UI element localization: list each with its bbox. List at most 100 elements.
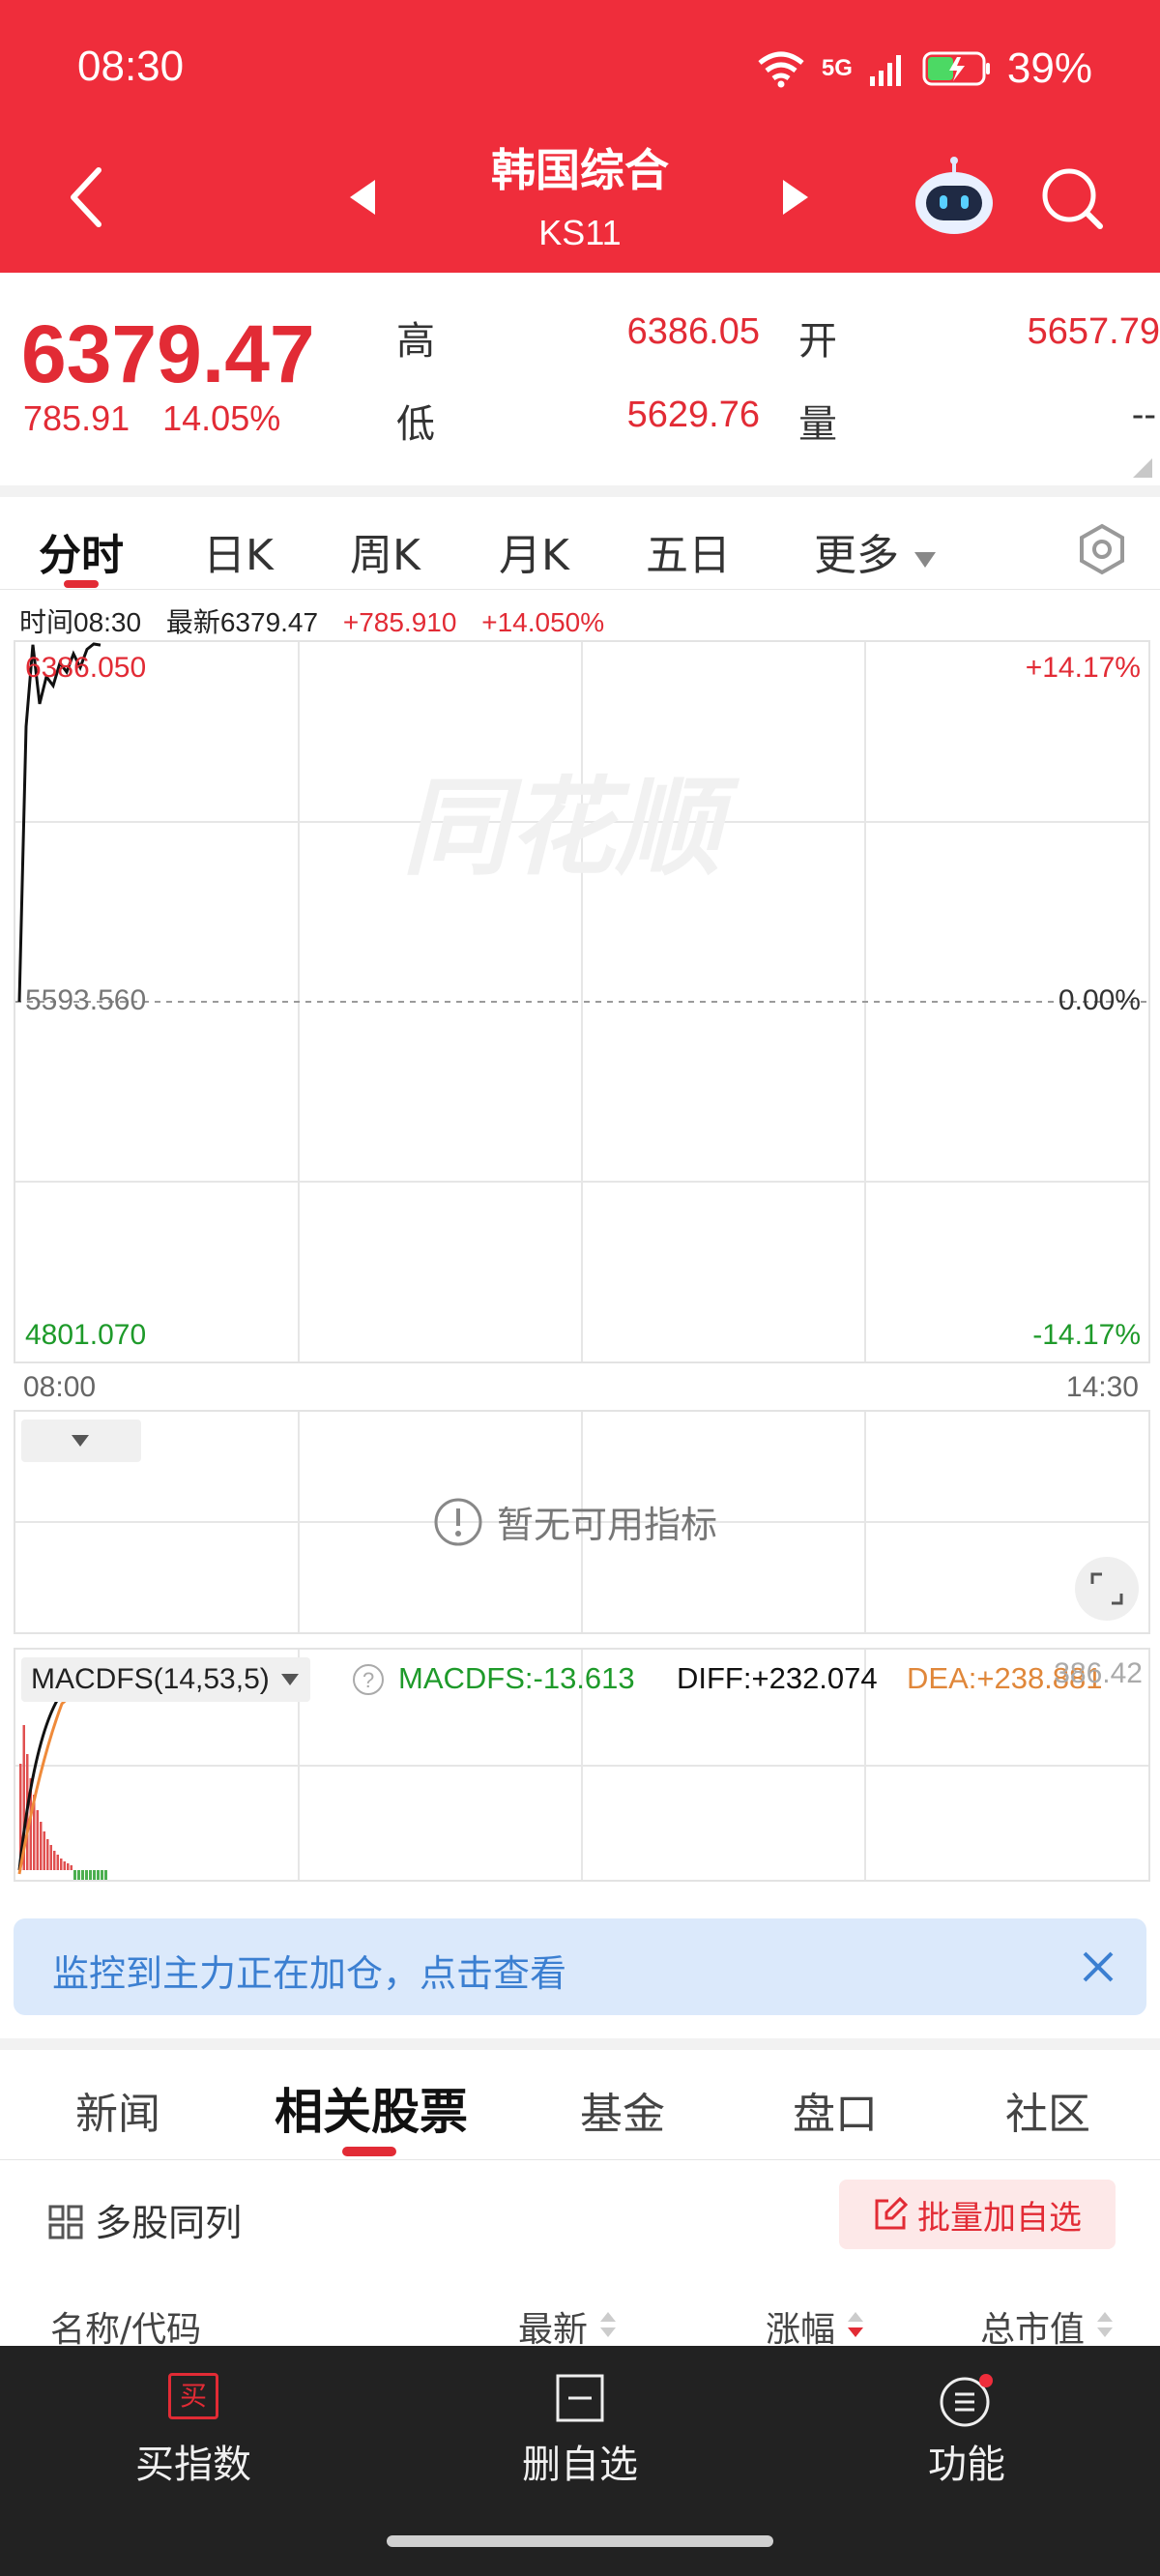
pct-top-label: +14.17% xyxy=(1025,652,1141,684)
info-circle-icon xyxy=(434,1498,482,1545)
macd-bar-up xyxy=(67,1863,70,1870)
macd-bar-up xyxy=(43,1831,45,1870)
batch-add-button[interactable]: 批量加自选 xyxy=(839,2180,1116,2249)
indicator-dropdown[interactable] xyxy=(21,1420,141,1462)
indicator-panel: 暂无可用指标 xyxy=(14,1410,1150,1634)
expand-corner-icon[interactable] xyxy=(1133,458,1152,478)
tab-community[interactable]: 社区 xyxy=(1005,2079,1090,2141)
macd-bar-up xyxy=(46,1839,49,1870)
open-label: 开 xyxy=(798,319,837,364)
active-tab-indicator xyxy=(342,2147,396,2156)
macd-bar-down xyxy=(93,1870,96,1880)
change-value: 785.91 xyxy=(23,398,130,438)
price-change: 785.91 14.05% xyxy=(23,398,280,439)
col-change-label: 涨幅 xyxy=(766,2310,836,2350)
tab-monthly-k[interactable]: 月K xyxy=(499,520,569,582)
x-end-label: 14:30 xyxy=(1065,1371,1139,1403)
info-change-pct: +14.050% xyxy=(481,607,605,637)
status-time: 08:30 xyxy=(77,43,185,90)
volume-label: 量 xyxy=(798,402,837,447)
macd-selector[interactable]: MACDFS(14,53,5) xyxy=(21,1657,310,1702)
content-tabs: 新闻 相关股票 基金 盘口 社区 xyxy=(0,2050,1160,2160)
no-indicator-message: 暂无可用指标 xyxy=(433,1495,717,1548)
watermark: 同花顺 xyxy=(402,766,740,890)
settings-hexagon-icon[interactable] xyxy=(1075,522,1129,576)
high-label: 高 xyxy=(396,319,435,364)
macd-bar-down xyxy=(73,1870,76,1880)
app-header: 08:30 5G 39% 韩国综合 KS11 xyxy=(0,0,1160,273)
help-icon[interactable]: ? xyxy=(352,1663,385,1696)
grid-icon xyxy=(48,2205,83,2239)
macd-bar-down xyxy=(77,1870,80,1880)
edit-icon xyxy=(875,2197,908,2230)
intraday-chart-svg: 同花顺 xyxy=(15,642,1148,1361)
macd-bar-up xyxy=(49,1845,52,1870)
tab-more[interactable]: 更多 xyxy=(814,520,938,582)
svg-text:?: ? xyxy=(362,1668,374,1692)
battery-icon xyxy=(922,51,990,86)
buy-index-button[interactable]: 买 买指数 xyxy=(48,2346,338,2539)
signal-icon xyxy=(869,55,901,86)
batch-add-label: 批量加自选 xyxy=(917,2198,1082,2238)
search-icon[interactable] xyxy=(1040,166,1104,230)
function-menu-button[interactable]: 功能 xyxy=(822,2346,1112,2539)
col-market-cap[interactable]: 总市值 xyxy=(980,2301,1115,2352)
tab-intraday[interactable]: 分时 xyxy=(39,520,124,582)
info-time: 时间08:30 xyxy=(19,607,142,637)
close-icon[interactable] xyxy=(1081,1949,1116,1984)
tab-daily-k[interactable]: 日K xyxy=(203,520,274,582)
change-percent: 14.05% xyxy=(162,398,281,438)
macd-axis-max: 386.42 xyxy=(1054,1657,1143,1689)
intraday-chart[interactable]: 同花顺 6386.050 +14.17% 5593.560 0.00% 4801… xyxy=(14,640,1150,1363)
buy-icon: 买 xyxy=(168,2373,218,2419)
tab-news[interactable]: 新闻 xyxy=(75,2079,160,2141)
status-icons: 5G 39% xyxy=(756,44,1092,93)
y-mid-label: 5593.560 xyxy=(25,984,147,1016)
chart-gridlines xyxy=(15,642,1148,1361)
fullscreen-icon xyxy=(1090,1572,1123,1605)
remove-watchlist-label: 删自选 xyxy=(522,2443,638,2487)
low-label: 低 xyxy=(396,402,435,447)
remove-watchlist-button[interactable]: 删自选 xyxy=(435,2346,725,2539)
macd-bar-up xyxy=(53,1851,56,1870)
robot-assistant-icon[interactable] xyxy=(913,157,996,238)
chart-info-bar: 时间08:30 最新6379.47 +785.910 +14.050% xyxy=(19,601,622,640)
caret-down-icon xyxy=(280,1674,299,1685)
macd-bar-up xyxy=(56,1855,59,1870)
col-name-code[interactable]: 名称/代码 xyxy=(50,2301,201,2352)
tab-funds[interactable]: 基金 xyxy=(580,2079,665,2141)
fullscreen-button[interactable] xyxy=(1075,1557,1139,1621)
alert-banner[interactable]: 监控到主力正在加仓，点击查看 xyxy=(14,1918,1146,2015)
caret-down-icon xyxy=(72,1435,89,1447)
macdfs-value: MACDFS:-13.613 xyxy=(398,1661,635,1695)
wifi-icon xyxy=(758,51,804,88)
next-index-icon[interactable] xyxy=(781,178,810,217)
macd-bar-up xyxy=(60,1859,63,1870)
macd-bar-up xyxy=(36,1810,39,1870)
home-indicator[interactable] xyxy=(387,2535,773,2547)
pct-bottom-label: -14.17% xyxy=(1032,1319,1141,1351)
tab-order-book[interactable]: 盘口 xyxy=(793,2079,878,2141)
bottom-action-bar: 买 买指数 删自选 功能 xyxy=(0,2346,1160,2576)
divider xyxy=(0,2038,1160,2050)
macd-bar-up xyxy=(70,1865,72,1870)
y-top-label: 6386.050 xyxy=(25,652,147,684)
info-latest: 最新6379.47 xyxy=(165,607,319,637)
tab-five-day[interactable]: 五日 xyxy=(646,520,731,582)
macd-bar-down xyxy=(104,1870,107,1880)
tab-related-stocks[interactable]: 相关股票 xyxy=(275,2073,468,2143)
macd-bar-up xyxy=(63,1861,66,1870)
macd-bar-up xyxy=(40,1822,43,1870)
current-price: 6379.47 xyxy=(21,308,315,399)
minus-box-icon xyxy=(556,2374,604,2422)
multi-stock-toggle[interactable]: 多股同列 xyxy=(48,2193,242,2246)
macd-bar-down xyxy=(97,1870,100,1880)
macd-name: MACDFS(14,53,5) xyxy=(31,1663,270,1695)
col-change[interactable]: 涨幅 xyxy=(766,2301,865,2352)
macd-panel[interactable]: MACDFS(14,53,5) ? MACDFS:-13.613 DIFF:+2… xyxy=(14,1648,1150,1882)
col-latest[interactable]: 最新 xyxy=(518,2301,618,2352)
tab-weekly-k[interactable]: 周K xyxy=(350,520,420,582)
high-value: 6386.05 xyxy=(626,311,760,352)
diff-value: DIFF:+232.074 xyxy=(677,1661,878,1695)
divider xyxy=(0,485,1160,497)
